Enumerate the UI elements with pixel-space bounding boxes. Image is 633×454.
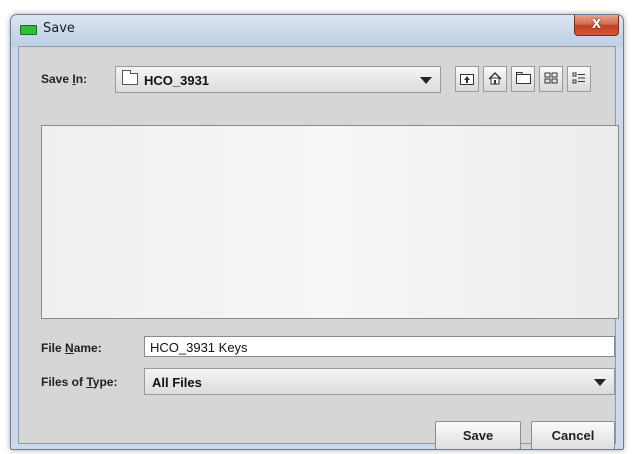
file-name-label: File Name: (41, 341, 102, 355)
files-of-type-selected: All Files (152, 375, 202, 390)
list-view-button[interactable] (539, 66, 563, 92)
new-folder-icon (515, 72, 531, 84)
new-folder-button[interactable] (511, 66, 535, 92)
save-dialog-window: Save X Save In: HCO_3931 File Name: HCO_… (10, 14, 624, 450)
chevron-down-icon (420, 77, 432, 84)
close-button[interactable]: X (574, 15, 619, 36)
chevron-down-icon (594, 379, 606, 386)
up-one-level-icon (460, 74, 474, 85)
up-one-level-button[interactable] (455, 66, 479, 92)
home-icon (488, 72, 502, 85)
file-name-field[interactable]: HCO_3931 Keys (144, 336, 615, 357)
dialog-panel: Save In: HCO_3931 File Name: HCO_3931 Ke… (18, 46, 619, 449)
save-in-label: Save In: (41, 72, 88, 86)
list-view-icon (544, 72, 558, 84)
file-list[interactable] (41, 125, 619, 319)
save-in-dropdown[interactable]: HCO_3931 (115, 66, 441, 93)
folder-icon (122, 70, 138, 85)
save-in-selected: HCO_3931 (144, 73, 210, 88)
details-view-button[interactable] (567, 66, 591, 92)
files-of-type-dropdown[interactable]: All Files (144, 368, 615, 395)
title-bar[interactable]: Save X (11, 15, 623, 47)
cancel-button[interactable]: Cancel (531, 421, 615, 449)
files-of-type-label: Files of Type: (41, 375, 118, 389)
home-button[interactable] (483, 66, 507, 92)
details-view-icon (572, 72, 585, 84)
window-title: Save (43, 21, 75, 36)
save-button[interactable]: Save (435, 421, 521, 449)
app-icon (20, 25, 37, 35)
